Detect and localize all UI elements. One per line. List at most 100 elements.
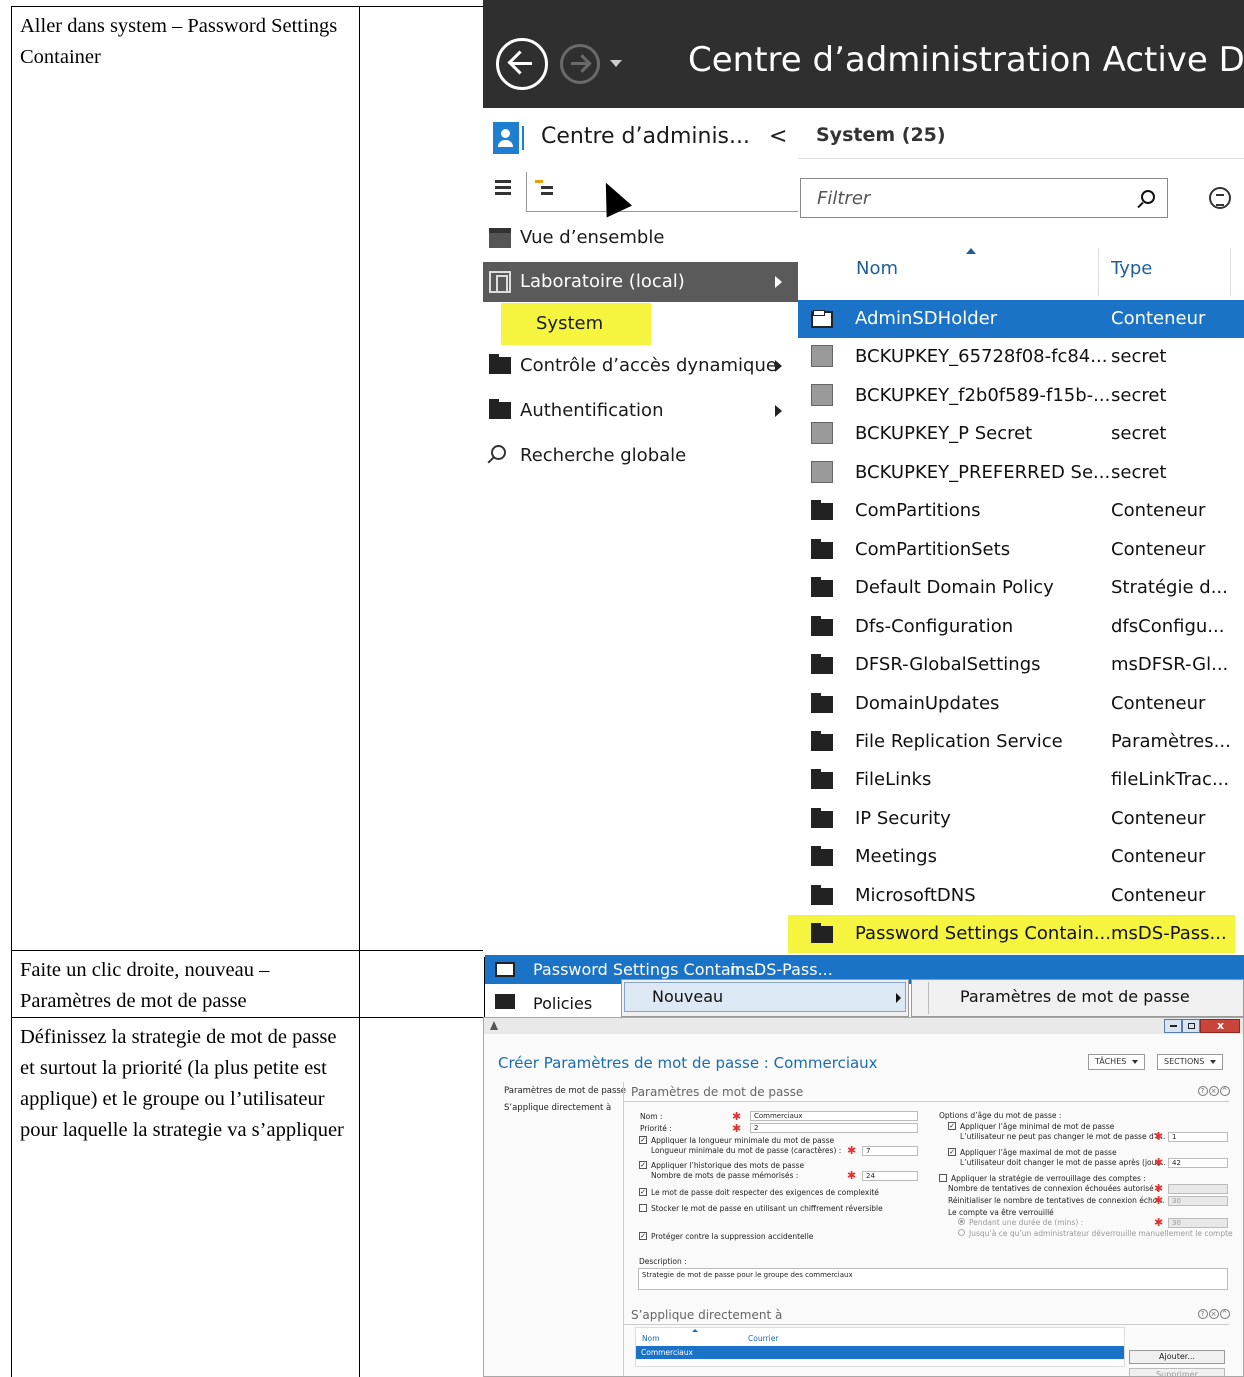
history-dropdown-icon[interactable] — [610, 60, 622, 67]
section-divider — [624, 1101, 1229, 1102]
minimize-button[interactable] — [1164, 1019, 1182, 1033]
expand-arrow-icon[interactable] — [775, 360, 782, 372]
list-options-icon[interactable] — [1209, 187, 1231, 209]
nav-item-dynamic-access[interactable]: Contrôle d’accès dynamique — [483, 346, 798, 386]
folder-icon — [811, 807, 833, 828]
list-row[interactable]: FileLinks fileLinkTrac... — [798, 761, 1244, 799]
max-age-checkbox[interactable]: ✓ — [948, 1148, 956, 1156]
list-row[interactable]: BCKUPKEY_PREFERRED Se... secret — [798, 454, 1244, 492]
min-length-field[interactable]: 7 — [862, 1146, 918, 1156]
app-title: Centre d’administration Active Dire — [688, 40, 1244, 80]
menu-item-password-settings[interactable]: Paramètres de mot de passe — [960, 987, 1190, 1006]
help-icon[interactable]: ? — [1198, 1309, 1208, 1319]
lockout-attempts-field[interactable] — [1168, 1184, 1228, 1194]
delete-button[interactable]: Supprimer — [1129, 1368, 1225, 1376]
help-icon[interactable]: ? — [1198, 1086, 1208, 1096]
filter-placeholder: Filtrer — [817, 188, 871, 209]
filter-input[interactable]: Filtrer — [800, 178, 1168, 218]
expand-arrow-icon[interactable] — [775, 405, 782, 417]
column-header-type[interactable]: Type — [1111, 258, 1152, 279]
collapse-pane-button[interactable]: < — [769, 124, 787, 149]
list-row[interactable]: DomainUpdates Conteneur — [798, 685, 1244, 723]
min-age-checkbox[interactable]: ✓ — [948, 1122, 956, 1130]
list-row[interactable]: BCKUPKEY_P Secret secret — [798, 415, 1244, 453]
list-view-icon[interactable] — [495, 180, 511, 196]
nav-item-authentication[interactable]: Authentification — [483, 391, 798, 431]
collapse-icon[interactable]: ^ — [1220, 1309, 1230, 1319]
column-header-name[interactable]: Nom — [856, 258, 898, 279]
age-options-title: Options d’âge du mot de passe : — [939, 1111, 1062, 1120]
grid-header-mail[interactable]: Courrier — [748, 1334, 778, 1343]
max-age-field[interactable]: 42 — [1168, 1158, 1228, 1168]
sections-button[interactable]: SECTIONS — [1157, 1054, 1224, 1070]
list-row[interactable]: DFSR-GlobalSettings msDFSR-Gl... — [798, 646, 1244, 684]
create-password-settings-screenshot: x Créer Paramètres de mot de passe : Com… — [483, 1017, 1244, 1377]
protect-checkbox[interactable]: ✓ — [639, 1232, 647, 1240]
tree-view-icon[interactable] — [535, 180, 553, 198]
nav-item-system[interactable]: System — [501, 303, 651, 345]
close-section-icon[interactable]: × — [1209, 1309, 1219, 1319]
nav-item-laboratoire[interactable]: Laboratoire (local) — [483, 262, 798, 302]
row-name: Default Domain Policy — [855, 577, 1054, 599]
history-label: Nombre de mots de passe mémorisés : — [651, 1171, 799, 1180]
list-row[interactable]: BCKUPKEY_65728f08-fc84... secret — [798, 338, 1244, 376]
duration-radio[interactable] — [958, 1218, 965, 1225]
content-pane: System (25) Filtrer Nom Type AdminSDHold… — [788, 108, 1244, 957]
list-row[interactable]: Password Settings Contain... msDS-Pass... — [788, 915, 1235, 954]
search-icon[interactable] — [1141, 190, 1155, 204]
expand-arrow-icon[interactable] — [775, 276, 782, 288]
collapse-icon[interactable]: ^ — [1220, 1086, 1230, 1096]
tasks-button[interactable]: TÂCHES — [1088, 1054, 1146, 1070]
secret-icon — [811, 345, 833, 368]
min-length-checkbox[interactable]: ✓ — [639, 1136, 647, 1144]
list-row[interactable]: Dfs-Configuration dfsConfigu... — [798, 608, 1244, 646]
admin-center-icon — [493, 122, 524, 154]
row-type: Conteneur — [1111, 807, 1206, 829]
min-age-field[interactable]: 1 — [1168, 1132, 1228, 1142]
description-field[interactable]: Strategie de mot de passe pour le groupe… — [638, 1268, 1228, 1290]
submenu-arrow-icon — [896, 993, 901, 1003]
row-name: IP Security — [855, 807, 951, 829]
close-button[interactable]: x — [1200, 1019, 1240, 1033]
complexity-checkbox[interactable]: ✓ — [639, 1188, 647, 1196]
name-field[interactable]: Commerciaux — [750, 1111, 918, 1121]
sort-ascending-icon — [966, 248, 976, 254]
grid-header-name[interactable]: Nom — [642, 1334, 660, 1343]
history-checkbox[interactable]: ✓ — [639, 1161, 647, 1169]
list-row[interactable]: IP Security Conteneur — [798, 800, 1244, 838]
row-name: BCKUPKEY_f2b0f589-f15b-... — [855, 384, 1111, 406]
grid-row-selected[interactable]: Commerciaux — [636, 1346, 1124, 1359]
row-type: secret — [1111, 384, 1167, 406]
required-icon: ✱ — [1154, 1156, 1164, 1169]
lockout-reset-field[interactable]: 30 — [1168, 1196, 1228, 1206]
list-row[interactable]: ComPartitions Conteneur — [798, 492, 1244, 530]
list-row[interactable]: Default Domain Policy Stratégie d... — [798, 569, 1244, 607]
list-row[interactable]: AdminSDHolder Conteneur — [798, 300, 1244, 338]
nav-link-password-settings[interactable]: Paramètres de mot de passe — [504, 1086, 626, 1096]
nav-item-overview[interactable]: Vue d’ensemble — [483, 218, 798, 258]
list-row[interactable]: ComPartitionSets Conteneur — [798, 531, 1244, 569]
required-icon: ✱ — [1154, 1216, 1164, 1229]
maximize-button[interactable] — [1182, 1019, 1200, 1033]
secret-icon — [811, 422, 833, 445]
back-arrow-icon[interactable] — [496, 38, 548, 90]
list-row[interactable]: File Replication Service Paramètres... — [798, 723, 1244, 761]
close-section-icon[interactable]: × — [1209, 1086, 1219, 1096]
priority-field[interactable]: 2 — [750, 1123, 918, 1133]
menu-gutter — [928, 982, 929, 1014]
list-row[interactable]: BCKUPKEY_f2b0f589-f15b-... secret — [798, 377, 1244, 415]
step-text-1: Aller dans system – Password Settings Co… — [20, 15, 338, 68]
list-row[interactable]: MicrosoftDNS Conteneur — [798, 877, 1244, 915]
manual-unlock-radio[interactable] — [958, 1229, 965, 1236]
nav-link-applies-to[interactable]: S’applique directement à — [504, 1103, 611, 1113]
reversible-checkbox[interactable] — [639, 1204, 647, 1212]
nav-item-label: System — [536, 313, 604, 334]
duration-field[interactable]: 30 — [1168, 1218, 1228, 1228]
spacer-cell-3 — [358, 1017, 485, 1377]
lockout-checkbox[interactable] — [939, 1174, 947, 1182]
forward-arrow-icon[interactable] — [560, 44, 600, 84]
add-button[interactable]: Ajouter... — [1129, 1350, 1225, 1364]
history-field[interactable]: 24 — [862, 1171, 918, 1181]
nav-item-global-search[interactable]: Recherche globale — [483, 436, 798, 476]
list-row[interactable]: Meetings Conteneur — [798, 838, 1244, 876]
